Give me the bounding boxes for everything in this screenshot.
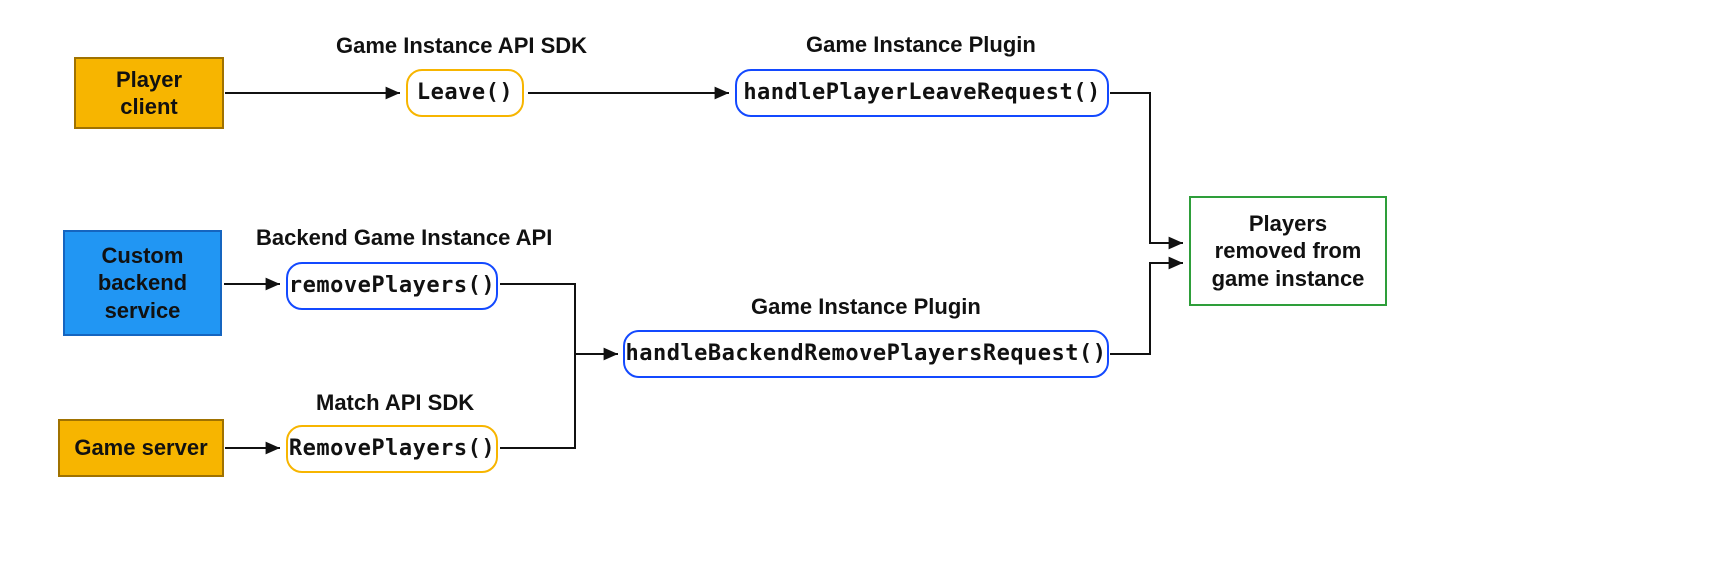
label-sdk-top: Game Instance API SDK xyxy=(336,33,587,59)
call-handle-backend-remove: handleBackendRemovePlayersRequest() xyxy=(623,330,1109,378)
label-match-sdk: Match API SDK xyxy=(316,390,474,416)
result-players-removed: Players removed from game instance xyxy=(1189,196,1387,306)
actor-player-client: Player client xyxy=(74,57,224,129)
call-handle-player-leave: handlePlayerLeaveRequest() xyxy=(735,69,1109,117)
call-remove-players-backend: removePlayers() xyxy=(286,262,498,310)
label-plugin-top: Game Instance Plugin xyxy=(806,32,1036,58)
label-plugin-bottom: Game Instance Plugin xyxy=(751,294,981,320)
call-leave: Leave() xyxy=(406,69,524,117)
actor-game-server: Game server xyxy=(58,419,224,477)
actor-custom-backend: Custom backend service xyxy=(63,230,222,336)
label-backend-api: Backend Game Instance API xyxy=(256,225,552,251)
diagram-canvas: Player client Custom backend service Gam… xyxy=(0,0,1719,581)
call-remove-players-match: RemovePlayers() xyxy=(286,425,498,473)
